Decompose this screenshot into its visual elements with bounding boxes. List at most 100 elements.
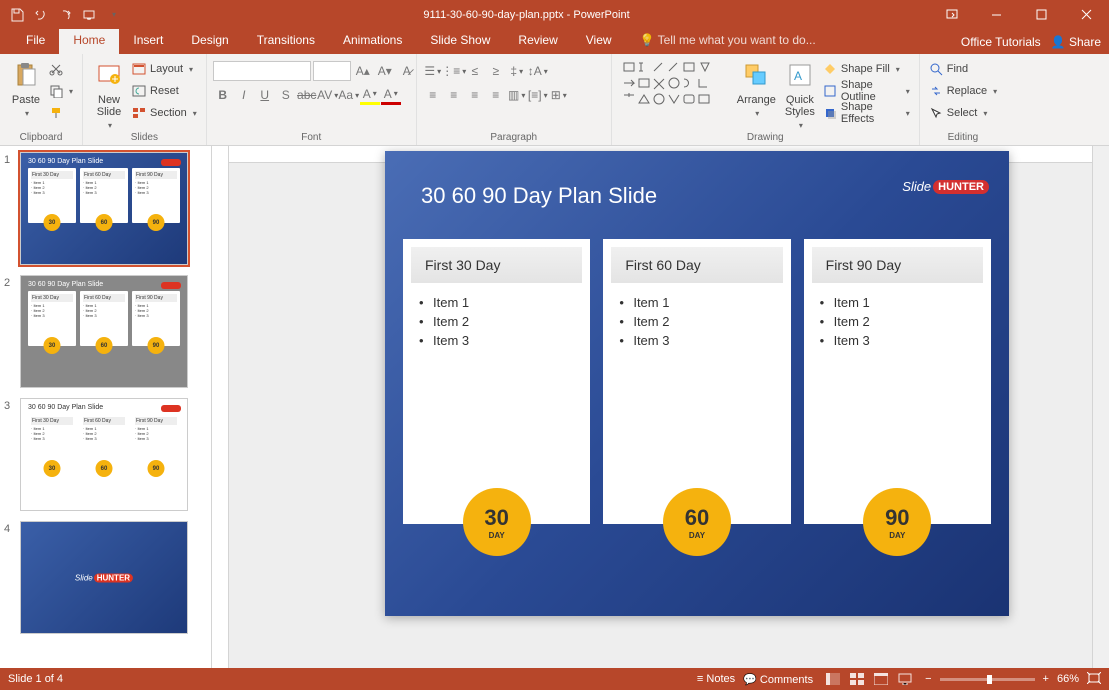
smartart-button[interactable]: ⊞ — [549, 85, 569, 105]
copy-button[interactable] — [49, 81, 73, 101]
font-highlight-button[interactable]: A — [360, 85, 380, 105]
replace-button[interactable]: Replace — [929, 81, 997, 101]
tab-file[interactable]: File — [12, 29, 59, 54]
slide-thumbnails-pane[interactable]: 130 60 90 Day Plan SlideFirst 30 Day· It… — [0, 146, 212, 668]
slide-editor[interactable]: 30 60 90 Day Plan Slide SlideHUNTER Firs… — [385, 151, 1009, 616]
font-color-button[interactable]: A — [381, 85, 401, 105]
layout-button[interactable]: Layout — [132, 59, 197, 79]
comments-button[interactable]: 💬 Comments — [743, 673, 813, 686]
numbering-button[interactable]: ⋮≡ — [444, 61, 464, 81]
start-from-beginning-button[interactable] — [78, 4, 100, 26]
ribbon: Paste Clipboard New Slide Layout Reset S… — [0, 54, 1109, 146]
underline-button[interactable]: U — [255, 85, 275, 105]
strikethrough-button[interactable]: abc — [297, 85, 317, 105]
tab-animations[interactable]: Animations — [329, 29, 416, 54]
slide-column[interactable]: First 30 DayItem 1Item 2Item 330DAY — [403, 239, 590, 524]
tab-home[interactable]: Home — [59, 29, 119, 54]
slide-column[interactable]: First 90 DayItem 1Item 2Item 390DAY — [804, 239, 991, 524]
group-drawing: Arrange A Quick Styles Shape Fill Shape … — [612, 54, 920, 145]
bold-button[interactable]: B — [213, 85, 233, 105]
font-size-combo[interactable] — [313, 61, 351, 81]
zoom-slider[interactable] — [940, 678, 1035, 681]
shape-fill-button[interactable]: Shape Fill — [823, 59, 910, 79]
format-painter-button[interactable] — [49, 103, 73, 123]
save-button[interactable] — [6, 4, 28, 26]
vertical-scrollbar[interactable] — [1092, 146, 1109, 668]
decrease-indent-button[interactable]: ≤ — [465, 61, 485, 81]
reset-button[interactable]: Reset — [132, 81, 197, 101]
quick-styles-button[interactable]: A Quick Styles — [780, 57, 820, 132]
align-right-button[interactable]: ≡ — [465, 85, 485, 105]
thumbnail-slide-1[interactable]: 130 60 90 Day Plan SlideFirst 30 Day· It… — [4, 152, 211, 265]
document-title: 9111-30-60-90-day-plan.pptx - PowerPoint — [124, 9, 929, 21]
zoom-level[interactable]: 66% — [1057, 673, 1079, 685]
thumbnail-slide-2[interactable]: 230 60 90 Day Plan SlideFirst 30 Day· It… — [4, 275, 211, 388]
tab-insert[interactable]: Insert — [119, 29, 177, 54]
slideshow-view-button[interactable] — [893, 669, 917, 689]
tell-me-search[interactable]: 💡 Tell me what you want to do... — [626, 29, 830, 54]
zoom-in-button[interactable]: + — [1043, 673, 1049, 685]
tab-slideshow[interactable]: Slide Show — [416, 29, 504, 54]
cut-button[interactable] — [49, 59, 73, 79]
quick-access-toolbar — [0, 4, 124, 26]
select-button[interactable]: Select — [929, 103, 997, 123]
text-direction-button[interactable]: ↕A — [528, 61, 548, 81]
increase-font-button[interactable]: A▴ — [353, 61, 373, 81]
tab-design[interactable]: Design — [177, 29, 242, 54]
qat-customize-button[interactable] — [102, 4, 124, 26]
notes-button[interactable]: ≡ Notes — [697, 673, 735, 685]
font-family-combo[interactable] — [213, 61, 311, 81]
justify-button[interactable]: ≡ — [486, 85, 506, 105]
decrease-font-button[interactable]: A▾ — [375, 61, 395, 81]
shapes-gallery[interactable] — [618, 57, 733, 124]
fit-to-window-button[interactable] — [1087, 672, 1101, 687]
shadow-button[interactable]: S — [276, 85, 296, 105]
group-font: A▴ A▾ A̷ B I U S abc AV Aa A A Font — [207, 54, 417, 145]
maximize-button[interactable] — [1019, 0, 1064, 29]
status-bar: Slide 1 of 4 ≡ Notes 💬 Comments − + 66% — [0, 668, 1109, 690]
shape-effects-button[interactable]: Shape Effects — [823, 103, 910, 123]
minimize-button[interactable] — [974, 0, 1019, 29]
svg-text:A: A — [794, 69, 802, 83]
group-slides: New Slide Layout Reset Section Slides — [83, 54, 207, 145]
tab-view[interactable]: View — [572, 29, 626, 54]
share-button[interactable]: 👤 Share — [1051, 35, 1101, 49]
normal-view-button[interactable] — [821, 669, 845, 689]
shape-outline-button[interactable]: Shape Outline — [823, 81, 910, 101]
slide-column[interactable]: First 60 DayItem 1Item 2Item 360DAY — [603, 239, 790, 524]
redo-button[interactable] — [54, 4, 76, 26]
align-center-button[interactable]: ≡ — [444, 85, 464, 105]
thumbnail-slide-4[interactable]: 4SlideHUNTER — [4, 521, 211, 634]
line-spacing-button[interactable]: ‡ — [507, 61, 527, 81]
slide-sorter-view-button[interactable] — [845, 669, 869, 689]
thumbnail-slide-3[interactable]: 330 60 90 Day Plan SlideFirst 30 Day· It… — [4, 398, 211, 511]
ribbon-display-options[interactable] — [929, 0, 974, 29]
new-slide-button[interactable]: New Slide — [89, 57, 129, 132]
paste-button[interactable]: Paste — [6, 57, 46, 120]
office-tutorials-link[interactable]: Office Tutorials — [961, 35, 1041, 49]
section-button[interactable]: Section — [132, 103, 197, 123]
align-text-button[interactable]: [≡] — [528, 85, 548, 105]
undo-button[interactable] — [30, 4, 52, 26]
slide-counter[interactable]: Slide 1 of 4 — [8, 673, 63, 685]
bullets-button[interactable]: ☰ — [423, 61, 443, 81]
italic-button[interactable]: I — [234, 85, 254, 105]
slide-canvas-area: 30 60 90 Day Plan Slide SlideHUNTER Firs… — [229, 146, 1092, 668]
tab-review[interactable]: Review — [504, 29, 571, 54]
clear-formatting-button[interactable]: A̷ — [397, 61, 417, 81]
align-left-button[interactable]: ≡ — [423, 85, 443, 105]
char-spacing-button[interactable]: AV — [318, 85, 338, 105]
change-case-button[interactable]: Aa — [339, 85, 359, 105]
tab-transitions[interactable]: Transitions — [243, 29, 329, 54]
close-button[interactable] — [1064, 0, 1109, 29]
zoom-out-button[interactable]: − — [925, 673, 931, 685]
group-paragraph: ☰ ⋮≡ ≤ ≥ ‡ ↕A ≡ ≡ ≡ ≡ ▥ [≡] ⊞ Paragraph — [417, 54, 612, 145]
group-editing: Find Replace Select Editing — [920, 54, 1006, 145]
ribbon-tabs: File Home Insert Design Transitions Anim… — [0, 29, 1109, 54]
columns-button[interactable]: ▥ — [507, 85, 527, 105]
title-bar: 9111-30-60-90-day-plan.pptx - PowerPoint — [0, 0, 1109, 29]
increase-indent-button[interactable]: ≥ — [486, 61, 506, 81]
find-button[interactable]: Find — [929, 59, 997, 79]
arrange-button[interactable]: Arrange — [733, 57, 780, 120]
reading-view-button[interactable] — [869, 669, 893, 689]
